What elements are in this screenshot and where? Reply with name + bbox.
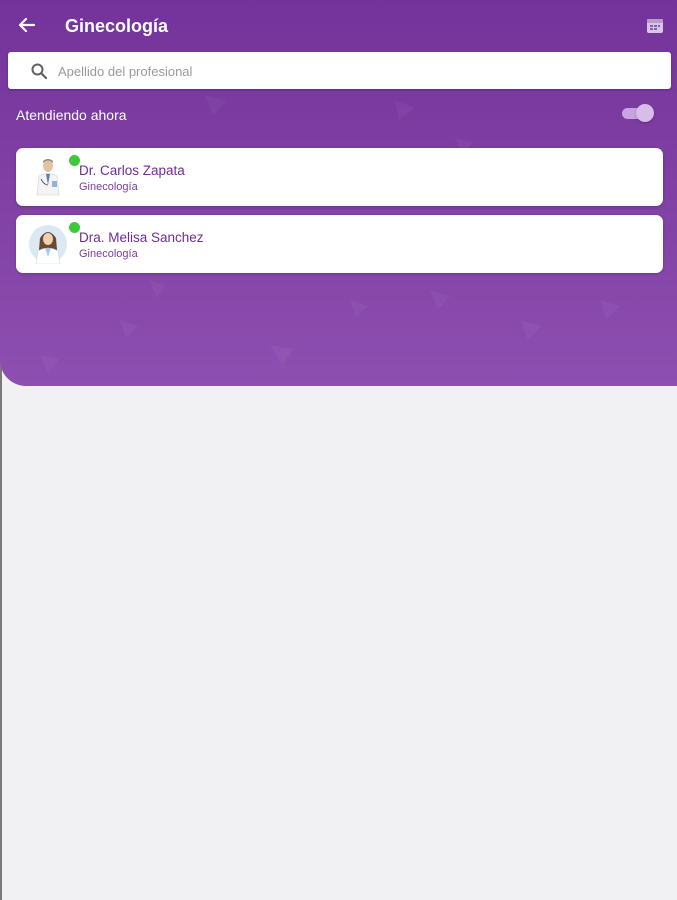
back-button[interactable] — [14, 12, 40, 38]
attending-now-label: Atendiendo ahora — [16, 107, 127, 123]
attending-now-toggle[interactable] — [620, 104, 654, 122]
header-background: Ginecología Atendiendo ahora — [0, 0, 677, 386]
calendar-icon[interactable] — [644, 15, 666, 37]
arrow-left-icon — [18, 17, 36, 33]
search-icon — [31, 63, 48, 80]
search-bar — [8, 52, 671, 89]
female-doctor-avatar — [29, 225, 67, 264]
doctor-specialty: Ginecología — [79, 248, 138, 260]
doctor-name: Dra. Melisa Sanchez — [79, 230, 204, 245]
doctor-card[interactable]: Dr. Carlos Zapata Ginecología — [16, 148, 663, 206]
page-title: Ginecología — [65, 16, 169, 36]
male-doctor-avatar — [36, 159, 60, 196]
search-input[interactable] — [56, 56, 660, 87]
doctor-card[interactable]: Dra. Melisa Sanchez Ginecología — [16, 215, 663, 273]
doctor-name: Dr. Carlos Zapata — [79, 163, 185, 178]
toggle-knob — [636, 104, 654, 122]
app-bar: Ginecología — [0, 0, 677, 52]
doctor-specialty: Ginecología — [79, 181, 138, 193]
